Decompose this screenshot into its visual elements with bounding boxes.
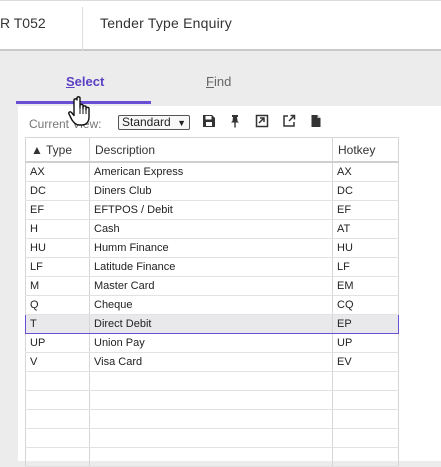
header-divider xyxy=(82,7,83,51)
cell-hotkey: AT xyxy=(332,219,399,239)
cell-description: American Express xyxy=(89,162,333,182)
cell-hotkey: EF xyxy=(332,200,399,220)
table-row[interactable]: EF EFTPOS / Debit EF xyxy=(25,200,399,220)
table-row[interactable]: LF Latitude Finance LF xyxy=(25,257,399,277)
document-icon[interactable] xyxy=(309,114,323,128)
sort-ascending-icon: ▲ xyxy=(31,142,43,157)
empty-cell xyxy=(332,371,399,391)
table-row[interactable]: T Direct Debit EP xyxy=(25,314,399,334)
select-panel: Current View: Standard ▼ ▲ Type Descript… xyxy=(18,106,441,467)
cell-description: Diners Club xyxy=(89,181,333,201)
cell-type: H xyxy=(25,219,90,239)
restore-window-icon[interactable] xyxy=(255,114,269,128)
empty-cell xyxy=(25,428,90,448)
empty-cell xyxy=(89,390,333,410)
table-row[interactable]: DC Diners Club DC xyxy=(25,181,399,201)
empty-cell xyxy=(89,409,333,429)
cell-description: Visa Card xyxy=(89,352,333,372)
empty-cell xyxy=(332,390,399,410)
program-code: R T052 xyxy=(0,15,46,31)
view-select[interactable]: Standard ▼ xyxy=(118,115,190,130)
cell-hotkey: UP xyxy=(332,333,399,353)
cell-description: Cash xyxy=(89,219,333,239)
cell-description: Cheque xyxy=(89,295,333,315)
hand-cursor-icon xyxy=(68,96,90,126)
cell-type: UP xyxy=(25,333,90,353)
save-icon[interactable] xyxy=(202,114,216,128)
cell-hotkey: DC xyxy=(332,181,399,201)
cell-description: Direct Debit xyxy=(89,314,333,334)
empty-cell xyxy=(25,371,90,391)
pin-icon[interactable] xyxy=(228,114,242,128)
cell-hotkey: CQ xyxy=(332,295,399,315)
cell-hotkey: EP xyxy=(332,314,399,334)
cell-hotkey: LF xyxy=(332,257,399,277)
empty-cell xyxy=(332,428,399,448)
cell-type: HU xyxy=(25,238,90,258)
cell-description: EFTPOS / Debit xyxy=(89,200,333,220)
empty-row xyxy=(25,428,399,448)
table-row[interactable]: AX American Express AX xyxy=(25,162,399,182)
cell-type: T xyxy=(25,314,90,334)
empty-cell xyxy=(332,409,399,429)
open-external-icon[interactable] xyxy=(282,114,296,128)
table-row[interactable]: UP Union Pay UP xyxy=(25,333,399,353)
page-title: Tender Type Enquiry xyxy=(100,15,232,31)
header-bar: R T052 Tender Type Enquiry xyxy=(0,0,441,51)
empty-cell xyxy=(25,390,90,410)
empty-cell xyxy=(25,409,90,429)
column-header-hotkey[interactable]: Hotkey xyxy=(332,137,399,163)
tender-type-grid: ▲ Type Description Hotkey AX American Exp… xyxy=(25,137,399,467)
empty-row xyxy=(25,447,399,467)
empty-row xyxy=(25,409,399,429)
cell-type: M xyxy=(25,276,90,296)
empty-cell xyxy=(89,428,333,448)
cell-type: EF xyxy=(25,200,90,220)
cell-type: LF xyxy=(25,257,90,277)
empty-cell xyxy=(25,447,90,467)
cell-type: DC xyxy=(25,181,90,201)
cell-hotkey: AX xyxy=(332,162,399,182)
cell-hotkey: EM xyxy=(332,276,399,296)
cell-type: Q xyxy=(25,295,90,315)
table-row[interactable]: Q Cheque CQ xyxy=(25,295,399,315)
cell-hotkey: EV xyxy=(332,352,399,372)
cell-description: Master Card xyxy=(89,276,333,296)
cell-description: Union Pay xyxy=(89,333,333,353)
grid-header-row: ▲ Type Description Hotkey xyxy=(25,137,399,163)
empty-row xyxy=(25,371,399,391)
table-row[interactable]: M Master Card EM xyxy=(25,276,399,296)
tab-select[interactable]: Select xyxy=(66,74,104,89)
table-row[interactable]: H Cash AT xyxy=(25,219,399,239)
chevron-down-icon: ▼ xyxy=(177,118,186,128)
empty-cell xyxy=(332,447,399,467)
empty-cell xyxy=(89,371,333,391)
tab-find[interactable]: Find xyxy=(206,74,231,89)
cell-type: V xyxy=(25,352,90,372)
column-header-description[interactable]: Description xyxy=(89,137,333,163)
table-row[interactable]: HU Humm Finance HU xyxy=(25,238,399,258)
cell-description: Humm Finance xyxy=(89,238,333,258)
column-header-type[interactable]: ▲ Type xyxy=(25,137,90,163)
cell-hotkey: HU xyxy=(332,238,399,258)
cell-description: Latitude Finance xyxy=(89,257,333,277)
table-row[interactable]: V Visa Card EV xyxy=(25,352,399,372)
empty-cell xyxy=(89,447,333,467)
empty-row xyxy=(25,390,399,410)
cell-type: AX xyxy=(25,162,90,182)
